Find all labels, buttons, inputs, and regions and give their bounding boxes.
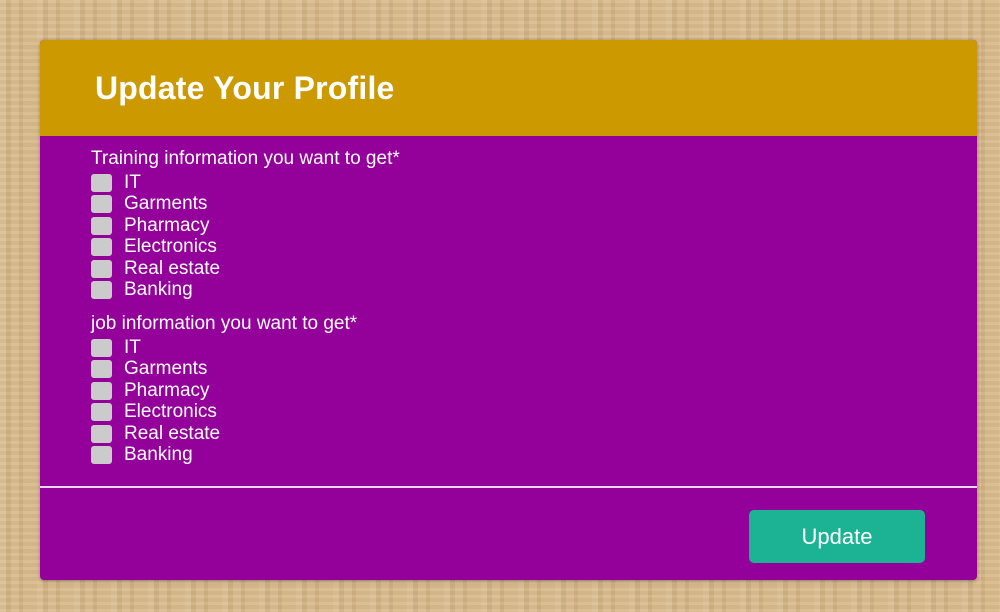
job-checkbox-electronics[interactable] — [91, 403, 112, 422]
option-label: Real estate — [124, 257, 221, 279]
job-option-banking[interactable]: Banking — [91, 445, 977, 467]
option-label: Garments — [124, 193, 208, 215]
job-option-garments[interactable]: Garments — [91, 359, 977, 381]
update-button[interactable]: Update — [749, 510, 925, 563]
panel-footer: Update — [40, 488, 977, 580]
option-label: Pharmacy — [124, 379, 210, 401]
job-info-label: job information you want to get* — [91, 313, 358, 334]
training-option-electronics[interactable]: Electronics — [91, 237, 977, 259]
training-checkbox-electronics[interactable] — [91, 238, 112, 257]
job-checkbox-pharmacy[interactable] — [91, 381, 112, 400]
job-checkbox-real-estate[interactable] — [91, 424, 112, 443]
training-checkbox-banking[interactable] — [91, 281, 112, 300]
training-checkbox-garments[interactable] — [91, 195, 112, 214]
job-option-real-estate[interactable]: Real estate — [91, 423, 977, 445]
training-info-group: Training information you want to get* IT… — [91, 148, 977, 301]
training-options-list: IT Garments Pharmacy Electronics Real es… — [91, 172, 977, 301]
panel-header: Update Your Profile — [40, 40, 977, 136]
job-checkbox-banking[interactable] — [91, 446, 112, 465]
option-label: Pharmacy — [124, 214, 210, 236]
update-profile-panel: Update Your Profile Training information… — [40, 40, 977, 580]
job-checkbox-garments[interactable] — [91, 360, 112, 379]
panel-body: Training information you want to get* IT… — [40, 136, 977, 486]
option-label: IT — [124, 336, 141, 358]
training-option-garments[interactable]: Garments — [91, 194, 977, 216]
option-label: Garments — [124, 358, 208, 380]
option-label: IT — [124, 171, 141, 193]
training-checkbox-real-estate[interactable] — [91, 259, 112, 278]
option-label: Real estate — [124, 422, 221, 444]
training-option-banking[interactable]: Banking — [91, 280, 977, 302]
training-checkbox-it[interactable] — [91, 173, 112, 192]
training-info-label: Training information you want to get* — [91, 148, 400, 169]
option-label: Electronics — [124, 236, 217, 258]
training-option-it[interactable]: IT — [91, 172, 977, 194]
option-label: Banking — [124, 279, 193, 301]
job-option-electronics[interactable]: Electronics — [91, 402, 977, 424]
job-info-group: job information you want to get* IT Garm… — [91, 313, 977, 466]
page-title: Update Your Profile — [95, 69, 395, 106]
job-option-it[interactable]: IT — [91, 337, 977, 359]
training-option-real-estate[interactable]: Real estate — [91, 258, 977, 280]
training-option-pharmacy[interactable]: Pharmacy — [91, 215, 977, 237]
option-label: Electronics — [124, 401, 217, 423]
job-options-list: IT Garments Pharmacy Electronics Real es… — [91, 337, 977, 466]
training-checkbox-pharmacy[interactable] — [91, 216, 112, 235]
job-checkbox-it[interactable] — [91, 338, 112, 357]
job-option-pharmacy[interactable]: Pharmacy — [91, 380, 977, 402]
option-label: Banking — [124, 444, 193, 466]
